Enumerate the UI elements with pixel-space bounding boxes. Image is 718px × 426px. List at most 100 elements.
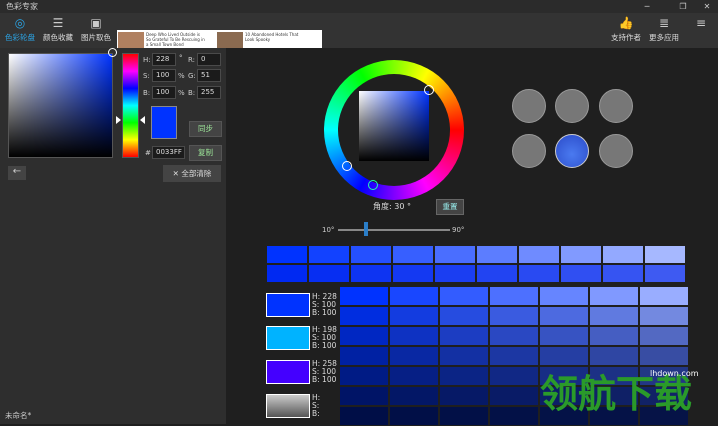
- shade-cell[interactable]: [389, 346, 439, 366]
- shade-cell[interactable]: [389, 326, 439, 346]
- shade-cell[interactable]: [489, 406, 539, 426]
- sv-handle[interactable]: [108, 48, 117, 57]
- shade-cell[interactable]: [339, 406, 389, 426]
- shade-cell[interactable]: [539, 326, 589, 346]
- strip-cell[interactable]: [308, 264, 350, 283]
- shade-cell[interactable]: [439, 386, 489, 406]
- reset-button[interactable]: 重置: [436, 199, 464, 215]
- harmony-monochrome-icon[interactable]: [512, 89, 546, 123]
- shade-cell[interactable]: [489, 366, 539, 386]
- tab-image-picker[interactable]: ▣ 图片取色: [76, 15, 116, 47]
- strip-cell[interactable]: [644, 245, 686, 264]
- swatch-2[interactable]: [266, 326, 310, 350]
- shade-cell[interactable]: [439, 366, 489, 386]
- h-field[interactable]: 228: [152, 53, 176, 66]
- strip-cell[interactable]: [350, 245, 392, 264]
- shade-cell[interactable]: [339, 386, 389, 406]
- shade-cell[interactable]: [489, 326, 539, 346]
- shade-cell[interactable]: [489, 306, 539, 326]
- shade-cell[interactable]: [589, 306, 639, 326]
- shade-cell[interactable]: [439, 326, 489, 346]
- angle-slider-track[interactable]: [338, 229, 450, 231]
- swatch-3[interactable]: [266, 360, 310, 384]
- harmony-split-icon[interactable]: [512, 134, 546, 168]
- strip-cell[interactable]: [518, 245, 560, 264]
- shade-cell[interactable]: [639, 326, 689, 346]
- harmony-triad-icon[interactable]: [599, 89, 633, 123]
- toolbar: ◎ 色彩轮盘 ☰ 颜色收藏 ▣ 图片取色 Deep Who Lived Outside…: [0, 13, 718, 58]
- shade-cell[interactable]: [389, 366, 439, 386]
- more-apps-button[interactable]: ≣ 更多应用: [644, 15, 684, 47]
- b-field[interactable]: 100: [152, 86, 176, 99]
- shade-cell[interactable]: [389, 306, 439, 326]
- minimize-icon[interactable]: ─: [636, 0, 658, 13]
- shade-cell[interactable]: [389, 406, 439, 426]
- strip-cell[interactable]: [518, 264, 560, 283]
- angle-slider-thumb[interactable]: [364, 222, 368, 236]
- shade-cell[interactable]: [339, 286, 389, 306]
- wheel-sb-square[interactable]: [359, 91, 429, 161]
- clear-all-button[interactable]: ✕ 全部清除: [163, 165, 221, 182]
- shade-cell[interactable]: [339, 306, 389, 326]
- strip-cell[interactable]: [476, 245, 518, 264]
- shade-cell[interactable]: [539, 286, 589, 306]
- shade-cell[interactable]: [389, 386, 439, 406]
- shade-cell[interactable]: [539, 306, 589, 326]
- shade-cell[interactable]: [339, 346, 389, 366]
- shade-cell[interactable]: [389, 286, 439, 306]
- g-field[interactable]: 51: [197, 69, 221, 82]
- close-icon[interactable]: ✕: [696, 0, 718, 13]
- swatch-1[interactable]: [266, 293, 310, 317]
- shade-cell[interactable]: [589, 286, 639, 306]
- strip-cell[interactable]: [392, 245, 434, 264]
- clear-all-label: 全部清除: [181, 169, 212, 178]
- harmony-analogous-icon[interactable]: [555, 134, 589, 168]
- strip-cell[interactable]: [644, 264, 686, 283]
- strip-cell[interactable]: [434, 245, 476, 264]
- strip-cell[interactable]: [350, 264, 392, 283]
- saturation-brightness-picker[interactable]: [8, 53, 113, 158]
- strip-cell[interactable]: [266, 245, 308, 264]
- shade-cell[interactable]: [439, 406, 489, 426]
- support-author-button[interactable]: 👍 支持作者: [606, 15, 646, 47]
- strip-cell[interactable]: [560, 245, 602, 264]
- shade-cell[interactable]: [339, 326, 389, 346]
- shade-cell[interactable]: [439, 306, 489, 326]
- strip-cell[interactable]: [308, 245, 350, 264]
- color-strip[interactable]: [266, 245, 688, 283]
- sync-button[interactable]: 同步: [189, 121, 222, 137]
- tab-color-wheel[interactable]: ◎ 色彩轮盘: [0, 15, 40, 47]
- hex-field[interactable]: 0033FF: [152, 146, 185, 159]
- shade-cell[interactable]: [439, 346, 489, 366]
- strip-cell[interactable]: [602, 264, 644, 283]
- s-field[interactable]: 100: [152, 69, 176, 82]
- menu-button[interactable]: ≡: [684, 15, 718, 47]
- wheel-square-handle[interactable]: [424, 85, 434, 95]
- blue-field[interactable]: 255: [197, 86, 221, 99]
- swatch-4[interactable]: [266, 394, 310, 418]
- hue-slider[interactable]: [122, 53, 139, 158]
- tab-palette[interactable]: ☰ 颜色收藏: [38, 15, 78, 47]
- shade-cell[interactable]: [489, 286, 539, 306]
- shade-cell[interactable]: [439, 286, 489, 306]
- back-button[interactable]: ←: [8, 166, 26, 180]
- strip-cell[interactable]: [560, 264, 602, 283]
- harmony-tetrad-icon[interactable]: [599, 134, 633, 168]
- r-field[interactable]: 0: [197, 53, 221, 66]
- copy-button[interactable]: 复制: [189, 145, 222, 161]
- strip-cell[interactable]: [392, 264, 434, 283]
- wheel-hue-handle-2[interactable]: [368, 180, 378, 190]
- strip-cell[interactable]: [602, 245, 644, 264]
- harmony-complementary-icon[interactable]: [555, 89, 589, 123]
- shade-cell[interactable]: [639, 306, 689, 326]
- shade-cell[interactable]: [589, 326, 639, 346]
- wheel-hue-handle[interactable]: [342, 161, 352, 171]
- strip-cell[interactable]: [434, 264, 476, 283]
- shade-cell[interactable]: [489, 346, 539, 366]
- shade-cell[interactable]: [639, 286, 689, 306]
- shade-cell[interactable]: [489, 386, 539, 406]
- shade-cell[interactable]: [339, 366, 389, 386]
- strip-cell[interactable]: [266, 264, 308, 283]
- maximize-icon[interactable]: ❐: [672, 0, 694, 13]
- strip-cell[interactable]: [476, 264, 518, 283]
